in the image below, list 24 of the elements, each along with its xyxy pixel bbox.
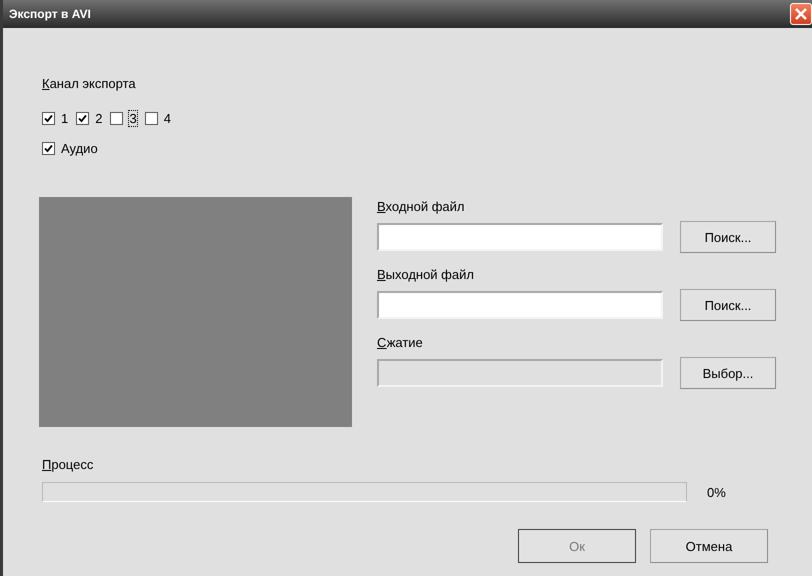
field-label: Входной файл [377, 199, 464, 214]
checkbox-label: Аудио [61, 141, 98, 156]
browse-button[interactable]: Поиск... [680, 221, 776, 253]
checkbox-label: 1 [61, 111, 68, 126]
browse-button[interactable]: Поиск... [680, 289, 776, 321]
input-field[interactable] [377, 223, 663, 251]
close-icon [795, 8, 807, 20]
input-field[interactable] [377, 291, 663, 319]
window-title: Экспорт в AVI [9, 7, 91, 21]
checkbox-label: 4 [164, 111, 171, 126]
checkbox[interactable] [144, 112, 158, 125]
checkbox[interactable] [42, 142, 55, 155]
checkbox[interactable] [42, 112, 55, 125]
channel-label: Канал экспорта [42, 76, 136, 91]
field-label: Сжатие [377, 335, 423, 350]
checkbox[interactable] [76, 112, 90, 125]
close-button[interactable] [790, 3, 812, 25]
dialog-button[interactable]: Отмена [650, 529, 768, 563]
checkbox-label: 2 [95, 111, 102, 126]
checkbox-label: 3 [129, 111, 137, 126]
progress-reading: 0% [707, 484, 726, 500]
field-label: Выходной файл [377, 267, 474, 282]
progress-label: Процесс [42, 457, 94, 472]
checkbox[interactable] [110, 112, 124, 125]
